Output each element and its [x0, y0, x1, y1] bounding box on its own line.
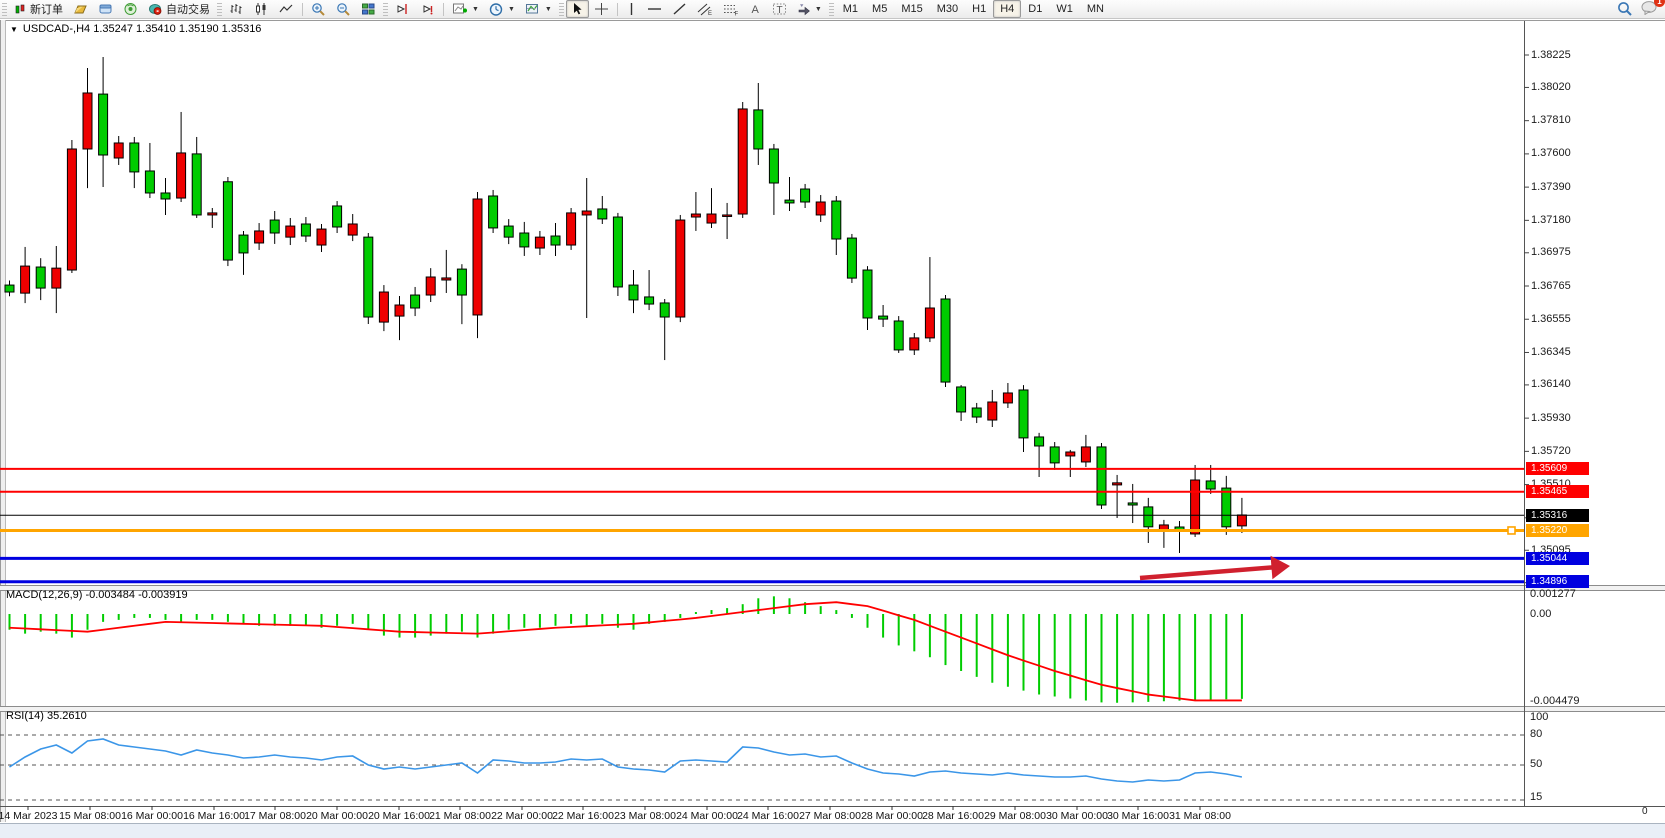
candle-body	[379, 292, 388, 322]
line-handle	[1508, 527, 1515, 534]
candle-body	[395, 305, 404, 316]
price-level-tag: 1.35609	[1526, 462, 1589, 475]
candle-body	[208, 213, 217, 215]
candle-body	[972, 408, 981, 417]
candle-body	[1035, 437, 1044, 446]
candle-body	[504, 226, 513, 237]
trend-arrow	[1140, 567, 1276, 578]
rsi-label: RSI(14) 35.2610	[6, 710, 87, 722]
candle-body	[613, 217, 622, 287]
macd-label: MACD(12,26,9) -0.003484 -0.003919	[6, 589, 188, 601]
candle-body	[1128, 503, 1137, 505]
candle-body	[1003, 393, 1012, 403]
candle-body	[847, 238, 856, 278]
candle-body	[457, 269, 466, 295]
candle-body	[348, 224, 357, 235]
candle-body	[317, 229, 326, 245]
candle-body	[1066, 452, 1075, 456]
candle-body	[941, 299, 950, 382]
candle-body	[1019, 390, 1028, 438]
price-level-tag: 1.35220	[1526, 524, 1589, 537]
mt4-window: 新订单 自动交易	[0, 0, 1665, 838]
candle-body	[145, 171, 154, 193]
candle-body	[551, 236, 560, 245]
candle-body	[754, 110, 763, 149]
candle-body	[333, 206, 342, 227]
candle-body	[473, 199, 482, 315]
rsi-line	[10, 739, 1242, 782]
candle-body	[567, 213, 576, 245]
candle-body	[957, 387, 966, 412]
candle-body	[270, 220, 279, 233]
candle-body	[520, 233, 529, 247]
candle-body	[910, 338, 919, 350]
candle-body	[769, 149, 778, 183]
candle-body	[301, 224, 310, 236]
candle-body	[1237, 515, 1246, 526]
candle-body	[925, 308, 934, 338]
candle-body	[364, 237, 373, 317]
candle-body	[67, 149, 76, 270]
price-level-tag: 1.34896	[1526, 575, 1589, 588]
candle-body	[1206, 481, 1215, 489]
candle-body	[411, 295, 420, 308]
candle-body	[816, 202, 825, 215]
candle-body	[426, 277, 435, 295]
candle-body	[83, 93, 92, 149]
price-level-tag: 1.35316	[1526, 509, 1589, 522]
candle-body	[130, 143, 139, 172]
candle-body	[832, 201, 841, 239]
candle-body	[223, 182, 232, 260]
candle-body	[52, 268, 61, 288]
candle-body	[894, 321, 903, 350]
candle-body	[239, 235, 248, 253]
candle-body	[1222, 488, 1231, 527]
candle-body	[660, 303, 669, 317]
candle-body	[879, 316, 888, 319]
candle-body	[1113, 483, 1122, 485]
candle-body	[21, 266, 30, 293]
candle-body	[192, 154, 201, 215]
candle-body	[1081, 447, 1090, 462]
candle-body	[598, 209, 607, 219]
candle-body	[707, 214, 716, 223]
candle-body	[286, 226, 295, 237]
chart-title: ▼ USDCAD-,H4 1.35247 1.35410 1.35190 1.3…	[10, 23, 261, 35]
candle-body	[489, 196, 498, 228]
candle-body	[723, 215, 732, 217]
candle-body	[535, 237, 544, 248]
candle-body	[988, 402, 997, 420]
candle-body	[629, 285, 638, 300]
candle-body	[1144, 507, 1153, 527]
candle-body	[582, 211, 591, 215]
candle-body	[442, 278, 451, 280]
candle-body	[691, 214, 700, 217]
macd-signal-line	[10, 602, 1242, 700]
candle-body	[801, 189, 810, 202]
candle-body	[36, 267, 45, 288]
candle-body	[255, 231, 264, 243]
candle-body	[99, 94, 108, 155]
chart-canvas[interactable]	[0, 0, 1665, 838]
price-level-tag: 1.35044	[1526, 552, 1589, 565]
candle-body	[645, 297, 654, 304]
candle-body	[177, 153, 186, 198]
price-level-tag: 1.35465	[1526, 485, 1589, 498]
chart-title-text: USDCAD-,H4 1.35247 1.35410 1.35190 1.353…	[23, 23, 262, 35]
candle-body	[863, 270, 872, 318]
candle-body	[5, 285, 14, 292]
collapse-arrow-icon[interactable]: ▼	[10, 25, 18, 34]
candle-body	[114, 143, 123, 158]
candle-body	[738, 109, 747, 214]
candle-body	[676, 220, 685, 317]
candle-body	[785, 200, 794, 203]
candle-body	[1050, 447, 1059, 463]
candle-body	[161, 193, 170, 199]
candle-body	[1097, 447, 1106, 505]
candle-body	[1191, 480, 1200, 534]
